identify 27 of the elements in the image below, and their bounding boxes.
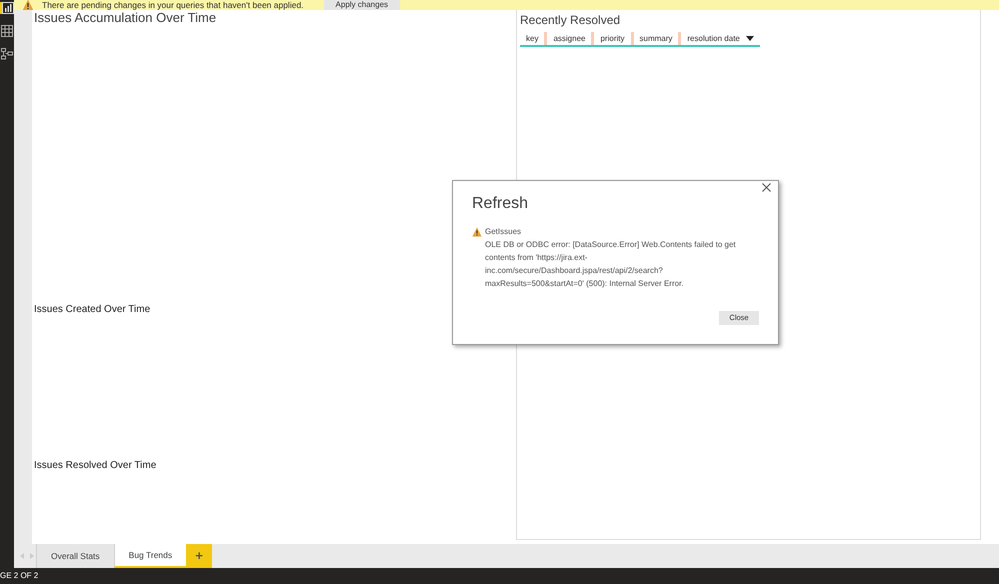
table-icon [1,25,13,37]
warning-icon [22,0,34,11]
page-indicator: GE 2 OF 2 [0,572,38,580]
diagram-icon [1,48,13,60]
column-header[interactable]: priority [594,32,634,45]
page-tab[interactable]: Overall Stats [36,544,114,568]
add-page-button[interactable]: + [186,544,212,568]
table-title: Recently Resolved [520,14,622,26]
visual-title: Issues Accumulation Over Time [34,11,216,24]
close-icon[interactable] [762,183,771,192]
visual-title: Issues Created Over Time [34,302,150,317]
bar-chart-icon [2,2,14,14]
page-tab[interactable]: Bug Trends [114,544,186,568]
apply-changes-button[interactable]: Apply changes [324,0,400,10]
notification-message: There are pending changes in your queries that haven't been applied. [42,0,304,10]
query-name: GetIssues [485,226,522,238]
visual-title: Issues Resolved Over Time [34,459,156,474]
sort-down-icon [746,36,754,41]
nav-item[interactable] [1,48,13,60]
dialog-title: Refresh [472,196,530,212]
column-header[interactable]: resolution date [681,32,760,45]
column-header[interactable]: summary [634,32,682,45]
column-header[interactable]: key [520,32,548,45]
warning-icon [472,227,482,237]
nav-item[interactable] [1,25,13,37]
error-message: OLE DB or ODBC error: [DataSource.Error] Web.Contents failed to get contents from 'https://jira.ext-inc.com/secure/Dashboard.jspa/rest/api/2/search?maxResults=500&startAt=0' (500): Internal Server Error. [484,239,737,290]
column-header[interactable]: assignee [547,32,594,45]
